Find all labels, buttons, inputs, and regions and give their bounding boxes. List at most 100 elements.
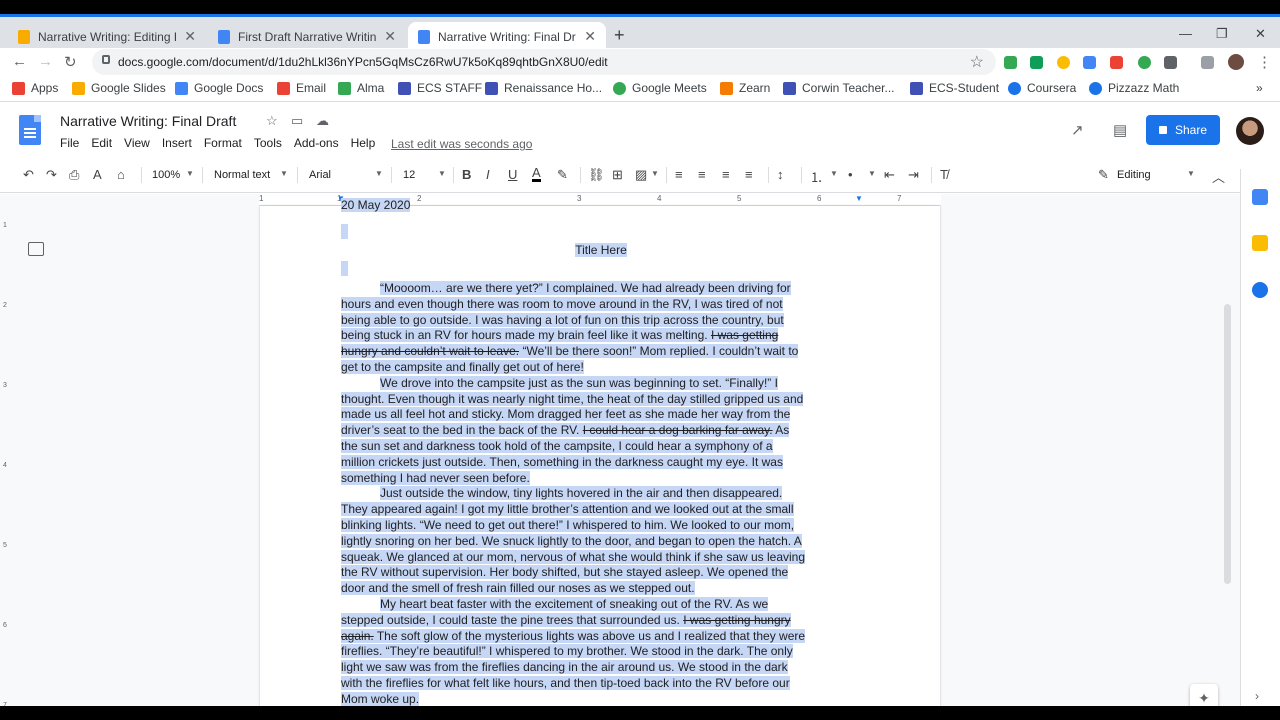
tab-first-draft[interactable]: First Draft Narrative Writing ✕	[208, 22, 406, 51]
line-spacing-icon[interactable]: ↕	[777, 167, 784, 182]
bookmark-google-docs[interactable]: Google Docs	[175, 81, 263, 95]
document-page[interactable]: 20 May 2020 Title Here “Moooom… are we t…	[260, 198, 940, 706]
bookmark-pizzazz-math[interactable]: Pizzazz Math	[1089, 81, 1179, 95]
reload-icon[interactable]: ↻	[64, 53, 77, 71]
bold-icon[interactable]: B	[462, 167, 471, 182]
chevron-right-icon[interactable]: ›	[1255, 689, 1259, 703]
menu-help[interactable]: Help	[351, 136, 376, 150]
new-tab-button[interactable]: +	[614, 25, 625, 46]
close-icon[interactable]: ✕	[184, 28, 196, 45]
undo-icon[interactable]: ↶	[23, 167, 34, 183]
bookmark-zearn[interactable]: Zearn	[720, 81, 770, 95]
menu-insert[interactable]: Insert	[162, 136, 192, 150]
menu-edit[interactable]: Edit	[91, 136, 112, 150]
bookmark-star-icon[interactable]: ☆	[970, 52, 984, 72]
font-size-select[interactable]: 12	[403, 169, 415, 181]
numbered-list-icon[interactable]: ⒈	[810, 167, 823, 186]
menu-format[interactable]: Format	[204, 136, 242, 150]
extension-icon[interactable]	[1057, 56, 1070, 69]
redo-icon[interactable]: ↷	[46, 167, 57, 183]
bookmark-apps[interactable]: Apps	[12, 81, 58, 95]
bookmark-google-slides[interactable]: Google Slides	[72, 81, 166, 95]
bookmark-google-meets[interactable]: Google Meets	[613, 81, 707, 95]
align-left-icon[interactable]: ≡	[675, 167, 683, 182]
align-center-icon[interactable]: ≡	[698, 167, 706, 182]
profile-icon[interactable]	[1228, 54, 1244, 70]
extension-icon[interactable]	[1110, 56, 1123, 69]
tasks-icon[interactable]	[1252, 282, 1268, 298]
print-icon[interactable]: ⎙	[69, 167, 79, 183]
url-bar[interactable]: docs.google.com/document/d/1du2hLkl36nYP…	[92, 49, 996, 75]
back-icon[interactable]: ←	[12, 53, 27, 70]
docs-logo-icon[interactable]	[19, 115, 41, 145]
kebab-menu-icon[interactable]: ⋮	[1257, 53, 1272, 71]
justify-icon[interactable]: ≡	[745, 167, 753, 182]
bookmark-ecs-student[interactable]: ECS-Student	[910, 81, 999, 95]
keep-icon[interactable]	[1252, 235, 1268, 251]
minimize-icon[interactable]: —	[1179, 26, 1192, 41]
editing-mode-select[interactable]: Editing	[1117, 169, 1151, 181]
text-color-icon[interactable]: A	[532, 166, 541, 182]
forward-icon[interactable]: →	[38, 53, 53, 70]
line-text: They appeared again! I got my little bro…	[341, 502, 794, 517]
spellcheck-icon[interactable]: A	[93, 167, 102, 182]
extension-icon[interactable]	[1004, 56, 1017, 69]
bookmark-alma[interactable]: Alma	[338, 81, 384, 95]
bookmark-renaissance[interactable]: Renaissance Ho...	[485, 81, 602, 95]
tab-final-draft[interactable]: Narrative Writing: Final Draf ✕	[408, 22, 606, 51]
zoom-select[interactable]: 100%	[152, 169, 180, 181]
close-icon[interactable]: ✕	[384, 28, 396, 45]
cast-icon[interactable]	[1201, 56, 1214, 69]
close-icon[interactable]: ✕	[584, 28, 596, 45]
decrease-indent-icon[interactable]: ⇤	[884, 167, 895, 183]
menu-tools[interactable]: Tools	[254, 136, 282, 150]
font-select[interactable]: Arial	[309, 169, 331, 181]
paint-format-icon[interactable]: ⌂	[117, 167, 125, 182]
slides-icon	[18, 29, 30, 44]
underline-icon[interactable]: U	[508, 167, 517, 182]
document-canvas[interactable]: 1 1 2 3 4 5 6 7 ▼ ▼ 1 2 3 4 5 6 7 20 May…	[0, 194, 1240, 706]
extension-icon[interactable]	[1030, 56, 1043, 69]
collapse-toolbar-icon[interactable]: ︿	[1212, 167, 1225, 186]
menu-addons[interactable]: Add-ons	[294, 136, 339, 150]
activity-trend-icon[interactable]: ↗	[1071, 121, 1084, 139]
explore-button[interactable]: ✦	[1190, 684, 1218, 706]
text-line: the sun set and darkness took hold of th…	[341, 438, 861, 455]
calendar-icon[interactable]	[1252, 189, 1268, 205]
tab-editing-plan[interactable]: Narrative Writing: Editing Pl ✕	[8, 22, 206, 51]
cloud-icon[interactable]: ☁	[316, 113, 329, 129]
document-title[interactable]: Narrative Writing: Final Draft	[60, 113, 236, 129]
extension-icon[interactable]	[1138, 56, 1151, 69]
vertical-scrollbar[interactable]	[1224, 304, 1231, 584]
text-line: being able to go outside. I was having a…	[341, 312, 861, 329]
comment-history-icon[interactable]: ▤	[1113, 121, 1127, 139]
insert-image-icon[interactable]: ▨	[635, 167, 647, 183]
more-bookmarks-icon[interactable]: »	[1256, 81, 1263, 95]
puzzle-icon[interactable]	[1164, 56, 1177, 69]
window-close-icon[interactable]: ✕	[1255, 26, 1266, 42]
add-comment-icon[interactable]: ⊞	[612, 167, 623, 183]
italic-icon[interactable]: I	[486, 167, 490, 182]
right-indent-marker[interactable]: ▼	[855, 194, 863, 203]
clear-formatting-icon[interactable]: T̸	[940, 167, 948, 182]
menu-view[interactable]: View	[124, 136, 150, 150]
link-icon[interactable]: ⛓	[588, 167, 605, 183]
share-button[interactable]: Share	[1146, 115, 1220, 145]
bookmark-coursera[interactable]: Coursera	[1008, 81, 1076, 95]
document-outline-icon[interactable]	[28, 242, 44, 256]
bookmark-ecs-staff[interactable]: ECS STAFF	[398, 81, 482, 95]
style-select[interactable]: Normal text	[214, 169, 270, 181]
avatar[interactable]	[1236, 117, 1264, 145]
move-folder-icon[interactable]: ▭	[291, 113, 303, 129]
last-edit-link[interactable]: Last edit was seconds ago	[391, 137, 532, 151]
star-icon[interactable]: ☆	[266, 113, 278, 129]
extension-icon[interactable]	[1083, 56, 1096, 69]
increase-indent-icon[interactable]: ⇥	[908, 167, 919, 183]
highlight-icon[interactable]: ✎	[557, 167, 568, 183]
align-right-icon[interactable]: ≡	[722, 167, 730, 182]
menu-file[interactable]: File	[60, 136, 79, 150]
maximize-icon[interactable]: ❐	[1216, 26, 1228, 42]
bookmark-corwin[interactable]: Corwin Teacher...	[783, 81, 895, 95]
bookmark-email[interactable]: Email	[277, 81, 326, 95]
bulleted-list-icon[interactable]: •	[848, 167, 853, 182]
